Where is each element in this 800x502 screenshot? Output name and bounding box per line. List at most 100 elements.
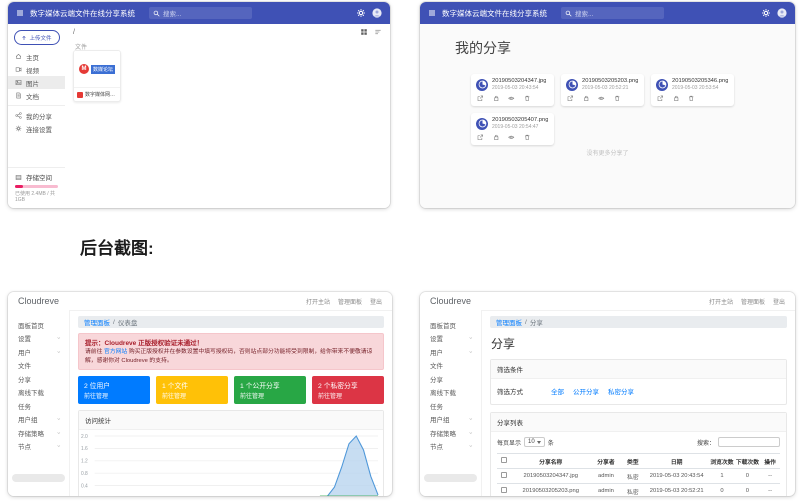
share-card[interactable]: 20190503205203.png 2019-05-03 20:52:21: [561, 74, 644, 106]
admin-sidebar-item[interactable]: 任务: [420, 399, 481, 413]
lock-icon[interactable]: [673, 95, 680, 102]
file-card[interactable]: M 数媒论坛 数字媒体网站原型图.png: [73, 50, 121, 102]
admin-sidebar-item[interactable]: 用户 ›: [8, 345, 69, 359]
breadcrumb-link[interactable]: 管理面板: [496, 317, 522, 327]
trash-icon[interactable]: [524, 95, 531, 102]
admin-sidebar-item[interactable]: 用户组 ›: [8, 413, 69, 427]
table-search-input[interactable]: [718, 437, 780, 447]
avatar[interactable]: [372, 8, 382, 18]
sidebar-tool-item[interactable]: 连接设置: [8, 122, 65, 135]
open-in-new-icon[interactable]: [477, 134, 484, 141]
lock-icon[interactable]: [583, 95, 590, 102]
eye-icon[interactable]: [598, 95, 605, 102]
upload-button[interactable]: 上传文件: [14, 30, 60, 45]
avatar[interactable]: [777, 8, 787, 18]
sort-icon[interactable]: [374, 28, 382, 36]
stat-action-link[interactable]: 前往管理: [84, 391, 144, 400]
row-checkbox[interactable]: [501, 472, 508, 479]
eye-icon[interactable]: [508, 95, 515, 102]
select-all-checkbox[interactable]: [501, 457, 508, 464]
admin-sidebar-item[interactable]: 文件: [420, 359, 481, 373]
sidebar-scroll-pill[interactable]: [12, 474, 65, 482]
stat-action-link[interactable]: 前往管理: [240, 391, 300, 400]
topbar-link[interactable]: 打开主站: [709, 297, 733, 306]
column-header[interactable]: 分享者: [590, 454, 621, 469]
gear-icon[interactable]: [356, 8, 366, 18]
column-header[interactable]: 浏览次数: [709, 454, 734, 469]
trash-icon[interactable]: [688, 95, 695, 102]
admin-sidebar-item[interactable]: 离线下载: [420, 386, 481, 400]
admin-sidebar-item[interactable]: 存储策略 ›: [420, 426, 481, 440]
trash-icon[interactable]: [524, 134, 531, 141]
admin-sidebar-item[interactable]: 任务: [8, 399, 69, 413]
share-card[interactable]: 20190503204347.jpg 2019-05-03 20:43:54: [471, 74, 554, 106]
svg-text:1.6: 1.6: [81, 446, 88, 452]
sidebar-category-item[interactable]: 视频: [8, 63, 65, 76]
topbar-link[interactable]: 打开主站: [306, 297, 330, 306]
breadcrumb-link[interactable]: 管理面板: [84, 317, 110, 327]
admin-sidebar-item[interactable]: 存储策略 ›: [8, 426, 69, 440]
admin-sidebar-item[interactable]: 面板首页: [420, 318, 481, 332]
admin-sidebar-item[interactable]: 分享: [8, 372, 69, 386]
admin-sidebar-item[interactable]: 用户 ›: [420, 345, 481, 359]
filter-link[interactable]: 全部: [551, 386, 564, 396]
stat-card[interactable]: 1 个文件 前往管理: [156, 376, 228, 404]
filter-link[interactable]: 私密分享: [608, 386, 634, 396]
table-row[interactable]: 20190503204347.jpg admin 私密 2019-05-03 2…: [497, 469, 780, 484]
search-input[interactable]: 搜索...: [561, 7, 664, 19]
stat-card[interactable]: 1 个公开分享 前往管理: [234, 376, 306, 404]
stat-action-link[interactable]: 前往管理: [318, 391, 378, 400]
admin-sidebar-item[interactable]: 分享: [420, 372, 481, 386]
filter-link[interactable]: 公开分享: [573, 386, 599, 396]
topbar-link[interactable]: 登出: [773, 297, 785, 306]
chevron-down-icon: ›: [55, 445, 61, 447]
open-in-new-icon[interactable]: [567, 95, 574, 102]
stat-card[interactable]: 2 位用户 前往管理: [78, 376, 150, 404]
sidebar-category-item[interactable]: 主页: [8, 50, 65, 63]
category-icon: [15, 53, 22, 60]
admin-sidebar-item[interactable]: 节点 ›: [8, 440, 69, 454]
lock-icon[interactable]: [493, 134, 500, 141]
sidebar-tool-item[interactable]: 我的分享: [8, 109, 65, 122]
column-header[interactable]: 类型: [622, 454, 645, 469]
screenshot-files-page: 数字媒体云端文件在线分享系统 搜索... 上传文件 主页: [8, 2, 390, 208]
search-input[interactable]: 搜索...: [149, 7, 252, 19]
column-header[interactable]: 分享名称: [511, 454, 590, 469]
admin-sidebar-item[interactable]: 文件: [8, 359, 69, 373]
column-header[interactable]: 日期: [644, 454, 709, 469]
per-page-select[interactable]: 10: [524, 437, 545, 447]
open-in-new-icon[interactable]: [657, 95, 664, 102]
breadcrumb[interactable]: /: [73, 29, 75, 36]
share-card[interactable]: 20190503205407.png 2019-05-03 20:54:47: [471, 113, 554, 145]
hamburger-icon[interactable]: [16, 9, 24, 17]
stat-action-link[interactable]: 前往管理: [162, 391, 222, 400]
admin-sidebar-item[interactable]: 面板首页: [8, 318, 69, 332]
sidebar-category-item[interactable]: 文档: [8, 89, 65, 102]
stat-card[interactable]: 2 个私密分享 前往管理: [312, 376, 384, 404]
admin-sidebar-item[interactable]: 离线下载: [8, 386, 69, 400]
table-row[interactable]: 20190503205203.png admin 私密 2019-05-03 2…: [497, 484, 780, 497]
admin-sidebar-item[interactable]: 节点 ›: [420, 440, 481, 454]
lock-icon[interactable]: [493, 95, 500, 102]
admin-sidebar-item[interactable]: 设置 ›: [8, 332, 69, 346]
admin-sidebar-item[interactable]: 用户组 ›: [420, 413, 481, 427]
admin-sidebar-item[interactable]: 设置 ›: [420, 332, 481, 346]
share-card[interactable]: 20190503205346.png 2019-05-03 20:53:54: [651, 74, 734, 106]
gear-icon[interactable]: [761, 8, 771, 18]
open-in-new-icon[interactable]: [477, 95, 484, 102]
column-header[interactable]: 操作: [760, 454, 780, 469]
topbar-link[interactable]: 管理面板: [741, 297, 765, 306]
admin-logo[interactable]: Cloudreve: [430, 296, 471, 306]
trash-icon[interactable]: [614, 95, 621, 102]
topbar-link[interactable]: 登出: [370, 297, 382, 306]
row-checkbox[interactable]: [501, 487, 508, 494]
admin-logo[interactable]: Cloudreve: [18, 296, 59, 306]
column-header[interactable]: 下载次数: [735, 454, 760, 469]
topbar-link[interactable]: 管理面板: [338, 297, 362, 306]
hamburger-icon[interactable]: [428, 9, 436, 17]
alert-link[interactable]: 官方网站: [104, 349, 127, 355]
grid-view-icon[interactable]: [360, 28, 368, 36]
sidebar-category-item[interactable]: 图片: [8, 76, 65, 89]
sidebar-scroll-pill[interactable]: [424, 474, 477, 482]
eye-icon[interactable]: [508, 134, 515, 141]
